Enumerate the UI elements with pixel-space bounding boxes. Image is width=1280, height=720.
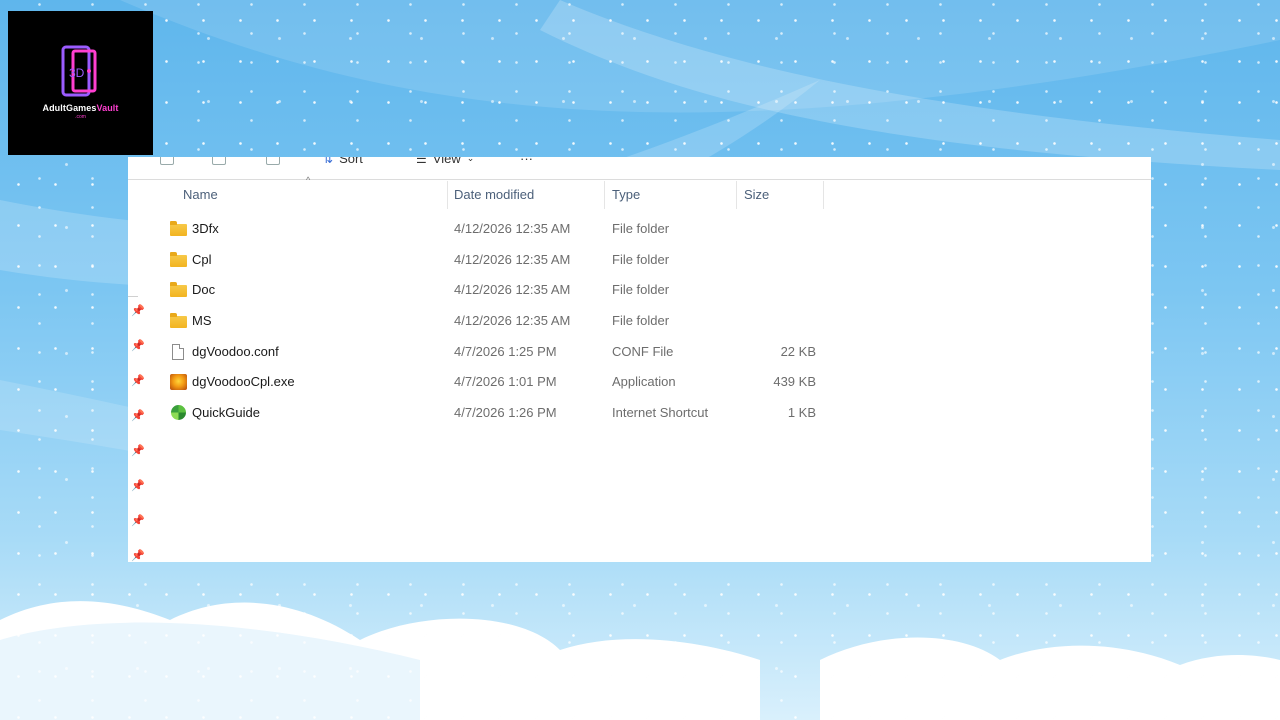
column-header-size[interactable]: Size [744, 179, 824, 209]
internet-shortcut-icon [171, 405, 186, 420]
sort-label: Sort [339, 157, 363, 166]
pin-icon[interactable]: 📌 [131, 375, 145, 387]
file-row[interactable]: Cpl 4/12/2026 12:35 AM File folder [168, 245, 828, 275]
file-name: MS [192, 313, 212, 328]
file-date-modified: 4/12/2026 12:35 AM [454, 221, 571, 236]
pin-icon[interactable]: 📌 [131, 480, 145, 492]
file-size: 22 KB [780, 344, 816, 359]
logo-door-icon: 3D [61, 45, 96, 97]
file-name: Cpl [192, 252, 212, 267]
column-divider[interactable] [823, 181, 824, 209]
file-date-modified: 4/12/2026 12:35 AM [454, 313, 571, 328]
file-type: File folder [612, 313, 670, 328]
more-options-button[interactable]: ··· [520, 157, 533, 166]
pin-icon[interactable]: 📌 [131, 445, 145, 457]
logo-wordmark: AdultGamesVault [42, 103, 119, 113]
file-name: dgVoodoo.conf [192, 344, 279, 359]
application-icon [170, 374, 187, 390]
view-lines-icon: ☰ [416, 157, 427, 166]
svg-text:3D: 3D [69, 66, 85, 80]
file-type: File folder [612, 282, 670, 297]
document-icon [172, 344, 184, 360]
column-header-type[interactable]: Type [612, 179, 736, 209]
file-type: Application [612, 374, 676, 389]
file-date-modified: 4/7/2026 1:26 PM [454, 405, 557, 420]
view-label: View [432, 157, 461, 166]
copy-icon [160, 157, 174, 165]
file-name: 3Dfx [192, 221, 219, 236]
sort-button[interactable]: ⇅ Sort [323, 157, 363, 166]
file-explorer-window: ⇅ Sort ☰ View ⌄ ··· 📌 📌 📌 📌 📌 📌 📌 📌 ^ Na… [128, 157, 1151, 562]
column-header-name[interactable]: Name [183, 179, 445, 209]
file-row[interactable]: dgVoodooCpl.exe 4/7/2026 1:01 PM Applica… [168, 367, 828, 397]
column-divider[interactable] [447, 181, 448, 209]
pin-icon[interactable]: 📌 [131, 410, 145, 422]
file-date-modified: 4/12/2026 12:35 AM [454, 282, 571, 297]
file-date-modified: 4/7/2026 1:01 PM [454, 374, 557, 389]
trash-icon [266, 157, 280, 165]
command-bar: ⇅ Sort ☰ View ⌄ ··· [128, 157, 1151, 180]
logo-domain: .com [75, 114, 86, 120]
file-size: 1 KB [787, 405, 816, 420]
file-type: File folder [612, 221, 670, 236]
brand-logo: 3D AdultGamesVault .com [8, 11, 153, 155]
column-header-date-modified[interactable]: Date modified [454, 179, 604, 209]
folder-icon [170, 313, 187, 328]
folder-icon [170, 252, 187, 267]
file-date-modified: 4/12/2026 12:35 AM [454, 252, 571, 267]
pin-icon[interactable]: 📌 [131, 515, 145, 527]
file-row[interactable]: 3Dfx 4/12/2026 12:35 AM File folder [168, 214, 828, 244]
file-size: 439 KB [773, 374, 816, 389]
share-button[interactable] [212, 157, 226, 165]
file-row[interactable]: Doc 4/12/2026 12:35 AM File folder [168, 275, 828, 305]
nav-divider [128, 296, 138, 297]
delete-button[interactable] [266, 157, 280, 165]
file-type: File folder [612, 252, 670, 267]
column-divider[interactable] [736, 181, 737, 209]
file-name: QuickGuide [192, 405, 260, 420]
chevron-down-icon: ⌄ [466, 157, 475, 163]
file-row[interactable]: MS 4/12/2026 12:35 AM File folder [168, 306, 828, 336]
pin-icon[interactable]: 📌 [131, 550, 145, 562]
file-name: dgVoodooCpl.exe [192, 374, 295, 389]
file-row[interactable]: dgVoodoo.conf 4/7/2026 1:25 PM CONF File… [168, 337, 828, 367]
share-icon [212, 157, 226, 165]
pin-icon[interactable]: 📌 [131, 305, 145, 317]
more-icon: ··· [520, 157, 533, 166]
column-divider[interactable] [604, 181, 605, 209]
folder-icon [170, 282, 187, 297]
file-date-modified: 4/7/2026 1:25 PM [454, 344, 557, 359]
sort-arrows-icon: ⇅ [323, 157, 334, 166]
quick-access-pins: 📌 📌 📌 📌 📌 📌 📌 📌 [128, 179, 148, 562]
file-type: Internet Shortcut [612, 405, 709, 420]
view-button[interactable]: ☰ View ⌄ [416, 157, 474, 166]
copy-button[interactable] [160, 157, 174, 165]
file-type: CONF File [612, 344, 674, 359]
file-name: Doc [192, 282, 216, 297]
file-row[interactable]: QuickGuide 4/7/2026 1:26 PM Internet Sho… [168, 398, 828, 428]
folder-icon [170, 221, 187, 236]
pin-icon[interactable]: 📌 [131, 340, 145, 352]
